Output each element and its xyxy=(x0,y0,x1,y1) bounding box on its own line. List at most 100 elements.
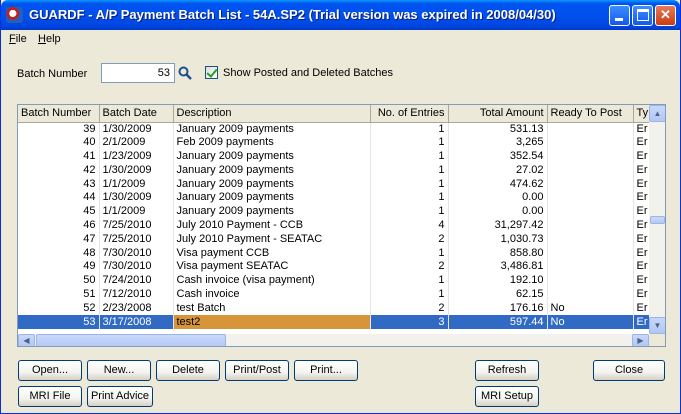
table-cell: Er xyxy=(633,301,649,316)
table-cell: 1/23/2009 xyxy=(99,149,174,164)
search-icon[interactable] xyxy=(178,66,192,80)
show-posted-checkbox[interactable] xyxy=(205,66,218,79)
table-row[interactable]: 42 1/30/2009 January 2009 payments 1 27.02 Er xyxy=(18,163,649,178)
menu-file-label: File xyxy=(9,33,27,45)
table-row[interactable]: 41 1/23/2009 January 2009 payments 1 352.54 E… xyxy=(18,149,649,164)
table-cell: 4 xyxy=(370,218,449,233)
table-cell xyxy=(547,204,634,219)
table-cell: 176.16 xyxy=(448,301,548,316)
column-header[interactable]: Batch Date xyxy=(99,105,174,123)
table-row[interactable]: 46 7/25/2010 July 2010 Payment - CCB 4 31,29… xyxy=(18,218,649,233)
table-cell: Er xyxy=(633,287,649,302)
table-cell: 2 xyxy=(370,232,449,247)
table-cell xyxy=(547,287,634,302)
table-cell: 1 xyxy=(370,177,449,191)
table-cell: January 2009 payments xyxy=(173,204,371,219)
table-cell: 1 xyxy=(370,273,449,288)
vertical-scrollbar[interactable]: ▲ ▼ xyxy=(649,105,665,334)
table-cell: Visa payment CCB xyxy=(173,246,371,260)
table-cell: 3,265 xyxy=(448,135,548,150)
table-cell: 42 xyxy=(18,163,100,178)
refresh-button[interactable]: Refresh xyxy=(475,360,539,381)
app-icon xyxy=(6,7,23,23)
table-row[interactable]: 49 7/30/2010 Visa payment SEATAC 2 3,486.81 E… xyxy=(18,259,649,274)
table-cell: test2 xyxy=(173,315,371,329)
table-cell: test Batch xyxy=(173,301,371,316)
table-row[interactable]: 50 7/24/2010 Cash invoice (visa payment) 1 1… xyxy=(18,273,649,288)
horizontal-scrollbar[interactable]: ◀ ▶ xyxy=(18,334,649,346)
delete-button[interactable]: Delete xyxy=(156,360,220,381)
column-header[interactable]: Description xyxy=(173,105,371,123)
table-cell: 1 xyxy=(370,204,449,219)
close-window-button[interactable]: ✕ xyxy=(655,5,676,26)
print-post-button[interactable]: Print/Post xyxy=(225,360,289,381)
table-cell: 7/24/2010 xyxy=(99,273,174,288)
table-cell: 1 xyxy=(370,287,449,302)
table-cell: 3,486.81 xyxy=(448,259,548,274)
minimize-button[interactable] xyxy=(609,5,630,26)
new-button[interactable]: New... xyxy=(87,360,151,381)
vertical-scroll-thumb[interactable] xyxy=(650,216,665,224)
table-cell: 51 xyxy=(18,287,100,302)
table-cell: 43 xyxy=(18,177,100,191)
scrollbar-corner xyxy=(649,334,665,346)
grid-viewport: Batch Number Batch Date Description No. of … xyxy=(18,105,649,334)
print-advice-button[interactable]: Print Advice xyxy=(87,386,153,407)
column-header[interactable]: Ty xyxy=(633,105,649,123)
app-window: GUARDF - A/P Payment Batch List - 54A.SP… xyxy=(0,0,681,414)
table-row[interactable]: 43 1/1/2009 January 2009 payments 1 474.62 Er xyxy=(18,177,649,191)
table-cell: 49 xyxy=(18,259,100,274)
column-header[interactable]: Ready To Post xyxy=(547,105,634,123)
menu-accelerator: H xyxy=(38,33,46,45)
table-row[interactable]: 47 7/25/2010 July 2010 Payment - SEATAC 2 1,… xyxy=(18,232,649,247)
table-cell xyxy=(547,259,634,274)
open-button[interactable]: Open... xyxy=(18,360,82,381)
table-cell xyxy=(547,273,634,288)
table-cell: Er xyxy=(633,204,649,219)
mri-setup-button[interactable]: MRI Setup xyxy=(475,386,539,407)
scroll-left-button[interactable]: ◀ xyxy=(18,334,35,346)
print-button[interactable]: Print... xyxy=(294,360,358,381)
scroll-up-button[interactable]: ▲ xyxy=(649,105,665,122)
column-header[interactable]: Total Amount xyxy=(448,105,548,123)
table-row[interactable]: 48 7/30/2010 Visa payment CCB 1 858.80 Er xyxy=(18,246,649,260)
close-icon: ✕ xyxy=(660,7,671,22)
table-cell: 45 xyxy=(18,204,100,219)
menu-file[interactable]: File xyxy=(9,33,27,45)
title-bar[interactable]: GUARDF - A/P Payment Batch List - 54A.SP… xyxy=(1,0,680,30)
table-cell: 2 xyxy=(370,259,449,274)
table-cell xyxy=(547,218,634,233)
batch-grid: Batch Number Batch Date Description No. of … xyxy=(17,104,666,347)
table-cell: July 2010 Payment - SEATAC xyxy=(173,232,371,247)
close-button[interactable]: Close xyxy=(593,360,665,381)
table-row[interactable]: 40 2/1/2009 Feb 2009 payments 1 3,265 Er xyxy=(18,135,649,150)
table-row[interactable]: 52 2/23/2008 test Batch 2 176.16 No Er xyxy=(18,301,649,316)
table-cell: Er xyxy=(633,122,649,136)
table-cell: 7/25/2010 xyxy=(99,218,174,233)
table-cell: 1/30/2009 xyxy=(99,163,174,178)
scroll-right-button[interactable]: ▶ xyxy=(632,334,649,346)
table-cell: Er xyxy=(633,163,649,178)
column-header[interactable]: No. of Entries xyxy=(370,105,449,123)
show-posted-label[interactable]: Show Posted and Deleted Batches xyxy=(223,67,393,79)
mri-file-button[interactable]: MRI File xyxy=(18,386,82,407)
table-row[interactable]: 44 1/30/2009 January 2009 payments 1 0.00 Er xyxy=(18,190,649,205)
scroll-down-button[interactable]: ▼ xyxy=(649,317,665,334)
table-row[interactable]: 53 3/17/2008 test2 3 597.44 No Er xyxy=(18,315,649,329)
table-row[interactable]: 51 7/12/2010 Cash invoice 1 62.15 Er xyxy=(18,287,649,302)
table-cell: 7/30/2010 xyxy=(99,259,174,274)
batch-number-input[interactable]: 53 xyxy=(101,63,175,83)
table-cell xyxy=(547,163,634,178)
minimize-icon xyxy=(615,18,623,21)
maximize-button[interactable] xyxy=(632,5,653,26)
table-cell: 47 xyxy=(18,232,100,247)
table-cell: Feb 2009 payments xyxy=(173,135,371,150)
horizontal-scroll-thumb[interactable] xyxy=(36,334,226,346)
table-cell: Er xyxy=(633,177,649,191)
table-cell: 0.00 xyxy=(448,204,548,219)
menu-help[interactable]: Help xyxy=(38,33,61,45)
table-row[interactable]: 45 1/1/2009 January 2009 payments 1 0.00 Er xyxy=(18,204,649,219)
table-cell: 1/30/2009 xyxy=(99,122,174,136)
table-row[interactable]: 39 1/30/2009 January 2009 payments 1 531.13 E… xyxy=(18,122,649,136)
column-header[interactable]: Batch Number xyxy=(18,105,100,123)
